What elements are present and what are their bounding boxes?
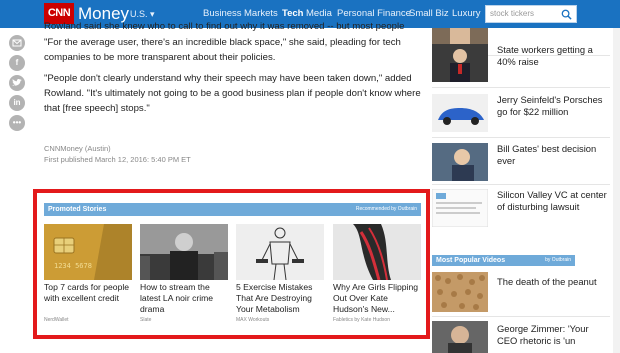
leggings-image[interactable]: [333, 224, 421, 280]
crime-drama-image[interactable]: [140, 224, 228, 280]
svg-text:1234 5678: 1234 5678: [54, 262, 92, 270]
publish-date: First published March 12, 2016: 5:40 PM …: [44, 155, 191, 164]
facebook-icon[interactable]: f: [9, 55, 25, 71]
promoted-story-title[interactable]: Why Are Girls Flipping Out Over Kate Hud…: [333, 282, 425, 315]
rail-divider: [432, 87, 610, 88]
rail-divider: [432, 137, 610, 138]
email-icon[interactable]: [9, 35, 25, 51]
rail-story-thumbnail[interactable]: [432, 272, 488, 312]
rail-story-title[interactable]: Bill Gates' best decision ever: [497, 143, 607, 167]
nav-small-biz[interactable]: Small Biz: [409, 7, 449, 21]
twitter-icon[interactable]: [9, 75, 25, 91]
more-icon[interactable]: •••: [9, 115, 25, 131]
nav-luxury[interactable]: Luxury: [452, 7, 481, 21]
nav-business[interactable]: Business: [203, 7, 242, 21]
promoted-story-source: MAX Workouts: [236, 317, 270, 323]
rail-story-title[interactable]: Silicon Valley VC at center of disturbin…: [497, 189, 607, 213]
credit-card-image[interactable]: 1234 5678: [44, 224, 132, 280]
nav-markets[interactable]: Markets: [244, 7, 278, 21]
promoted-story-source: NerdWallet: [44, 317, 69, 323]
page-scrollbar[interactable]: [613, 28, 620, 353]
rail-story-title[interactable]: George Zimmer: 'Your CEO rhetoric is 'un: [497, 323, 607, 347]
article-paragraph: "For the average user, there's an incred…: [44, 37, 401, 63]
rail-story-thumbnail[interactable]: [432, 44, 488, 82]
rail-divider: [432, 184, 610, 185]
promoted-story-source: Slate: [140, 317, 152, 323]
rail-story-title[interactable]: State workers getting a 40% raise: [497, 44, 607, 68]
outbrain-link[interactable]: by Outbrain: [545, 256, 571, 265]
outbrain-link[interactable]: Recommended by Outbrain: [356, 205, 417, 214]
nav-personal-finance[interactable]: Personal Finance: [337, 7, 411, 21]
article-paragraph: "People don't clearly understand why the…: [44, 73, 421, 114]
rail-story-thumbnail[interactable]: [432, 143, 488, 181]
rail-story-thumbnail[interactable]: [432, 189, 488, 227]
promoted-story-title[interactable]: How to stream the latest LA noir crime d…: [140, 282, 232, 315]
money-logo[interactable]: Money: [78, 3, 129, 24]
rail-divider: [432, 316, 610, 317]
search-placeholder: stock tickers: [490, 9, 535, 18]
linkedin-icon[interactable]: in: [9, 95, 25, 111]
promoted-story-title[interactable]: 5 Exercise Mistakes That Are Destroying …: [236, 282, 328, 315]
rail-story-title[interactable]: Jerry Seinfeld's Porsches go for $22 mil…: [497, 94, 607, 118]
region-selector[interactable]: U.S. ▾: [130, 7, 155, 21]
promoted-stories-header: Promoted Stories Recommended by Outbrain: [44, 203, 421, 216]
promoted-story-title[interactable]: Top 7 cards for people with excellent cr…: [44, 282, 136, 304]
promoted-stories-title: Promoted Stories: [48, 206, 107, 213]
search-input[interactable]: stock tickers: [485, 5, 577, 23]
rail-story-thumbnail[interactable]: [432, 94, 488, 132]
rail-story-title[interactable]: The death of the peanut: [497, 276, 607, 288]
rail-story-thumbnail[interactable]: [432, 321, 488, 353]
nav-media[interactable]: Media: [306, 7, 332, 21]
most-popular-videos-title: Most Popular Videos: [436, 257, 506, 264]
nav-tech[interactable]: Tech: [282, 7, 303, 21]
cnn-logo[interactable]: CNN: [44, 3, 74, 24]
most-popular-videos-header: Most Popular Videos by Outbrain: [432, 255, 575, 266]
promoted-story-source: Fabletics by Kate Hudson: [333, 317, 390, 323]
search-icon[interactable]: [561, 9, 572, 20]
article-paragraph: Rowland said she knew who to call to fin…: [44, 22, 405, 32]
exercise-illustration[interactable]: [236, 224, 324, 280]
article-source[interactable]: CNNMoney (Austin): [44, 143, 111, 154]
